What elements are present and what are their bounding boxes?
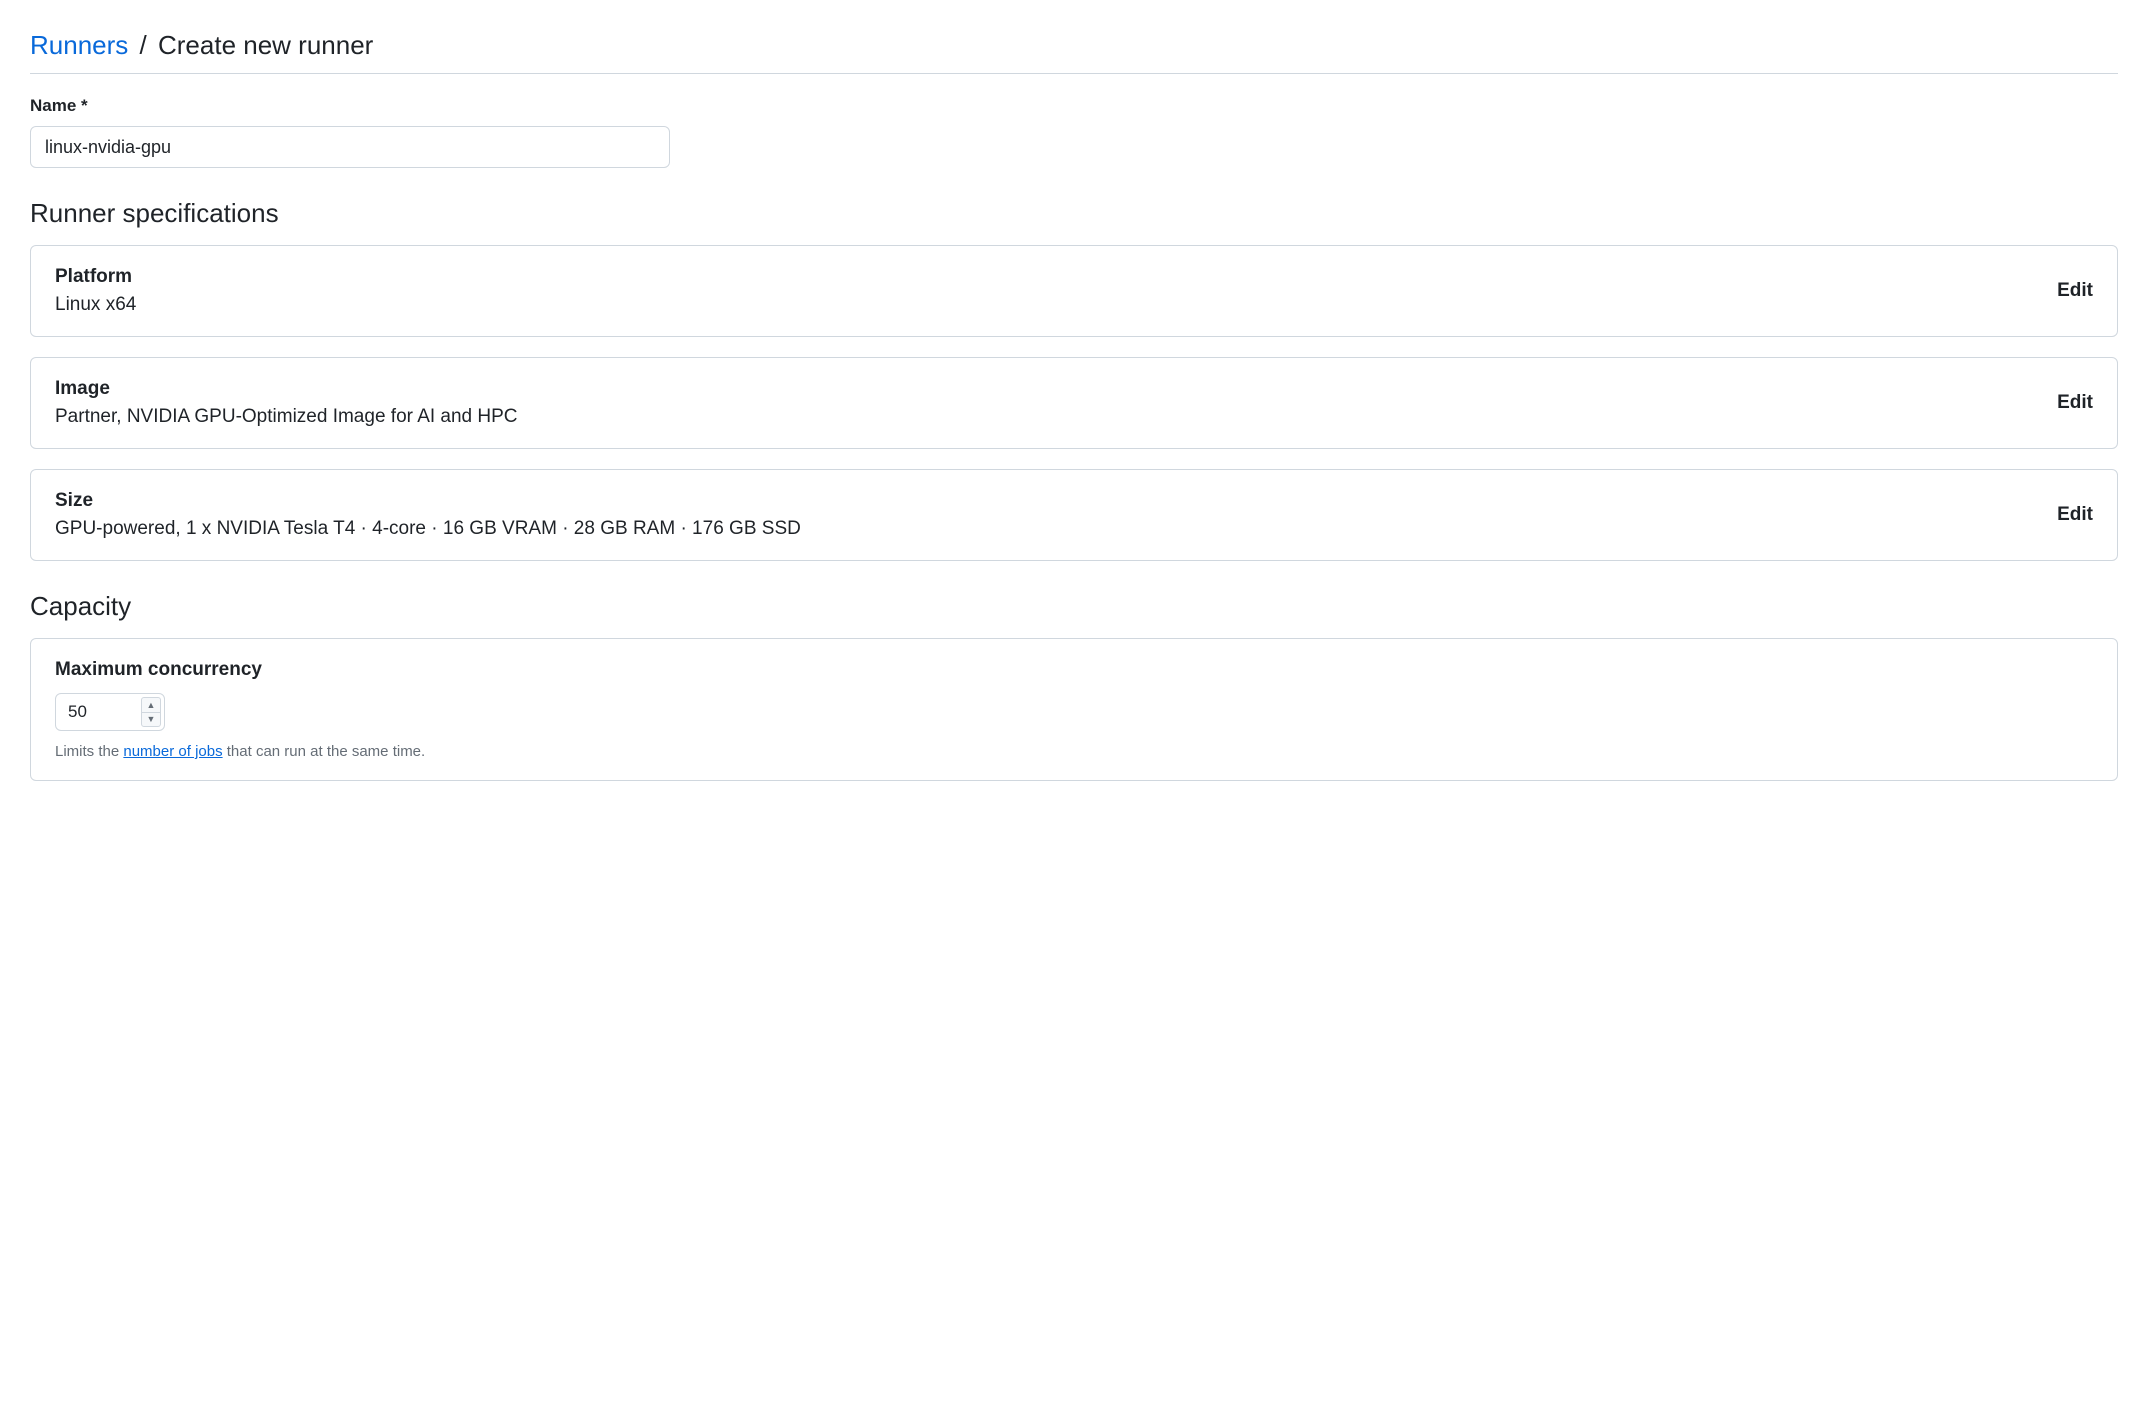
name-input[interactable] bbox=[30, 126, 670, 168]
spec-value-platform: Linux x64 bbox=[55, 294, 2057, 316]
capacity-section-title: Capacity bbox=[30, 591, 2118, 622]
spec-card-size: Size GPU-powered, 1 x NVIDIA Tesla T4 · … bbox=[30, 469, 2118, 561]
breadcrumb: Runners / Create new runner bbox=[30, 30, 2118, 74]
stepper-down-icon[interactable]: ▼ bbox=[141, 712, 161, 728]
spec-value-image: Partner, NVIDIA GPU-Optimized Image for … bbox=[55, 406, 2057, 428]
breadcrumb-current: Create new runner bbox=[158, 30, 373, 60]
helper-suffix: that can run at the same time. bbox=[223, 743, 426, 760]
spec-card-image: Image Partner, NVIDIA GPU-Optimized Imag… bbox=[30, 357, 2118, 449]
breadcrumb-separator: / bbox=[140, 30, 147, 60]
spec-card-platform: Platform Linux x64 Edit bbox=[30, 245, 2118, 337]
spec-label-size: Size bbox=[55, 490, 2057, 512]
edit-button-size[interactable]: Edit bbox=[2057, 504, 2093, 526]
specs-section-title: Runner specifications bbox=[30, 198, 2118, 229]
concurrency-helper: Limits the number of jobs that can run a… bbox=[55, 743, 2093, 760]
spec-value-size: GPU-powered, 1 x NVIDIA Tesla T4 · 4-cor… bbox=[55, 518, 2057, 540]
helper-link[interactable]: number of jobs bbox=[123, 743, 222, 760]
concurrency-stepper: ▲ ▼ bbox=[141, 697, 161, 727]
concurrency-input-wrap: ▲ ▼ bbox=[55, 693, 165, 731]
helper-prefix: Limits the bbox=[55, 743, 123, 760]
name-label: Name * bbox=[30, 96, 2118, 116]
breadcrumb-parent-link[interactable]: Runners bbox=[30, 30, 128, 60]
edit-button-platform[interactable]: Edit bbox=[2057, 280, 2093, 302]
spec-label-image: Image bbox=[55, 378, 2057, 400]
stepper-up-icon[interactable]: ▲ bbox=[141, 697, 161, 712]
spec-label-platform: Platform bbox=[55, 266, 2057, 288]
capacity-card: Maximum concurrency ▲ ▼ Limits the numbe… bbox=[30, 638, 2118, 781]
name-field-group: Name * bbox=[30, 96, 2118, 168]
concurrency-label: Maximum concurrency bbox=[55, 659, 2093, 681]
edit-button-image[interactable]: Edit bbox=[2057, 392, 2093, 414]
